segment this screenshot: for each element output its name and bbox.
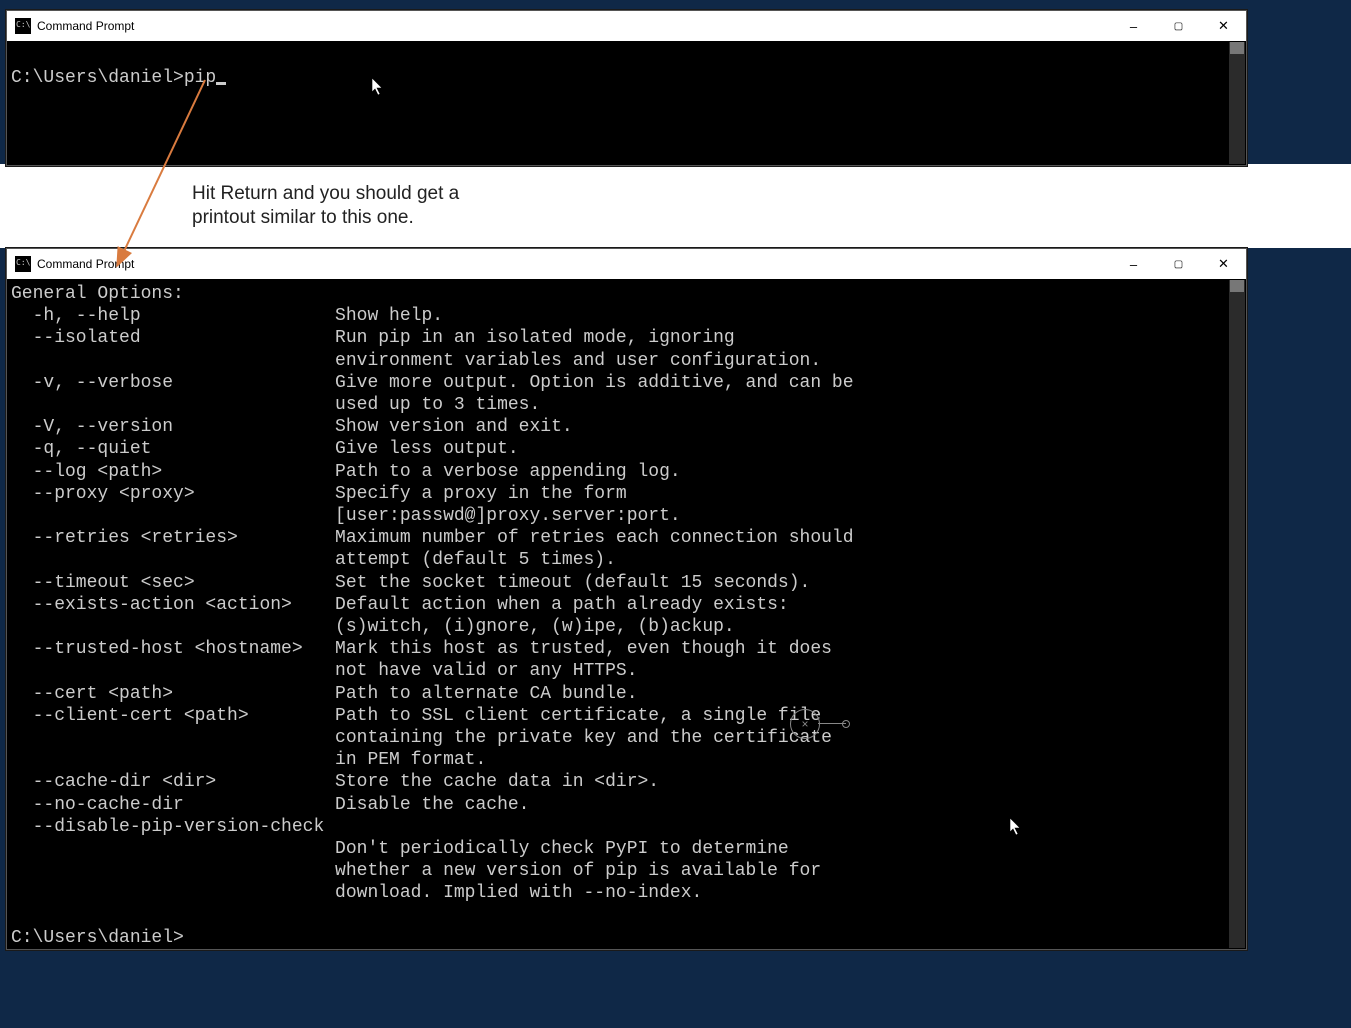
maximize-button[interactable]: ▢ [1156, 11, 1201, 41]
cmd-icon [15, 256, 31, 272]
window-title: Command Prompt [37, 19, 134, 33]
minimize-button[interactable]: – [1111, 11, 1156, 41]
titlebar[interactable]: Command Prompt – ▢ ✕ [7, 11, 1246, 41]
minimize-button[interactable]: – [1111, 249, 1156, 279]
scrollbar[interactable] [1229, 280, 1245, 948]
command-prompt-window-top: Command Prompt – ▢ ✕ C:\Users\daniel>pip [6, 10, 1247, 166]
titlebar[interactable]: Command Prompt – ▢ ✕ [7, 249, 1246, 279]
terminal-body[interactable]: C:\Users\daniel>pip [7, 41, 1246, 165]
scrollbar-thumb[interactable] [1230, 42, 1244, 54]
scrollbar-thumb[interactable] [1230, 280, 1244, 292]
typed-command: pip [184, 68, 216, 88]
close-button[interactable]: ✕ [1201, 11, 1246, 41]
prompt-text: C:\Users\daniel> [11, 68, 184, 88]
text-caret [216, 82, 226, 85]
terminal-body[interactable]: General Options: -h, --help Show help. -… [7, 279, 1246, 949]
cmd-icon [15, 18, 31, 34]
instruction-band: Hit Return and you should get a printout… [0, 164, 1351, 248]
maximize-button[interactable]: ▢ [1156, 249, 1201, 279]
instruction-text: Hit Return and you should get a printout… [192, 182, 459, 230]
close-button[interactable]: ✕ [1201, 249, 1246, 279]
command-prompt-window-bottom: Command Prompt – ▢ ✕ General Options: -h… [6, 248, 1247, 950]
window-title: Command Prompt [37, 257, 134, 271]
scrollbar[interactable] [1229, 42, 1245, 164]
